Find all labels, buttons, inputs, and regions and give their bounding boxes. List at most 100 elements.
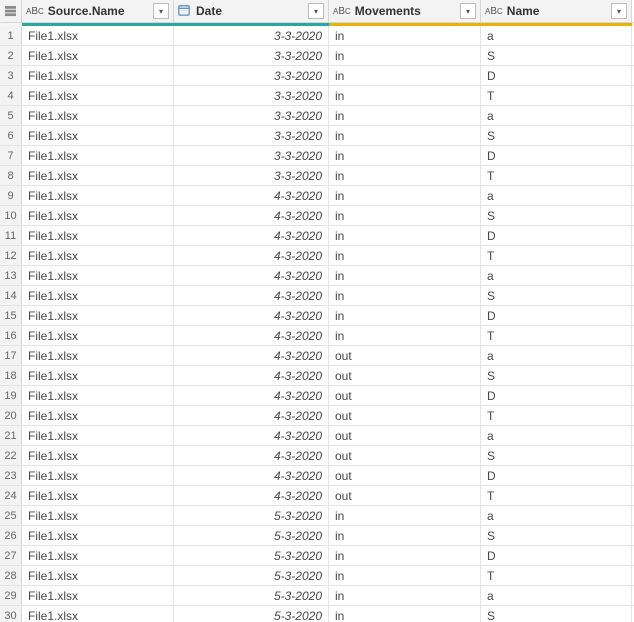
cell-movements[interactable]: in <box>329 106 481 125</box>
table-row[interactable]: 17File1.xlsx4-3-2020outa <box>0 346 634 366</box>
select-all-corner[interactable] <box>0 0 22 22</box>
cell-source[interactable]: File1.xlsx <box>22 266 174 285</box>
cell-source[interactable]: File1.xlsx <box>22 126 174 145</box>
cell-date[interactable]: 5-3-2020 <box>174 586 329 605</box>
cell-name[interactable]: a <box>481 426 632 445</box>
row-index[interactable]: 14 <box>0 286 22 305</box>
cell-date[interactable]: 5-3-2020 <box>174 566 329 585</box>
table-row[interactable]: 28File1.xlsx5-3-2020inT <box>0 566 634 586</box>
cell-date[interactable]: 4-3-2020 <box>174 186 329 205</box>
row-index[interactable]: 23 <box>0 466 22 485</box>
cell-movements[interactable]: in <box>329 126 481 145</box>
cell-source[interactable]: File1.xlsx <box>22 586 174 605</box>
row-index[interactable]: 2 <box>0 46 22 65</box>
cell-name[interactable]: a <box>481 346 632 365</box>
cell-source[interactable]: File1.xlsx <box>22 66 174 85</box>
table-row[interactable]: 11File1.xlsx4-3-2020inD <box>0 226 634 246</box>
filter-dropdown-button[interactable]: ▾ <box>308 3 324 19</box>
cell-source[interactable]: File1.xlsx <box>22 546 174 565</box>
table-row[interactable]: 16File1.xlsx4-3-2020inT <box>0 326 634 346</box>
cell-date[interactable]: 5-3-2020 <box>174 506 329 525</box>
cell-source[interactable]: File1.xlsx <box>22 426 174 445</box>
row-index[interactable]: 19 <box>0 386 22 405</box>
cell-source[interactable]: File1.xlsx <box>22 366 174 385</box>
table-row[interactable]: 4File1.xlsx3-3-2020inT <box>0 86 634 106</box>
row-index[interactable]: 10 <box>0 206 22 225</box>
table-row[interactable]: 3File1.xlsx3-3-2020inD <box>0 66 634 86</box>
table-row[interactable]: 18File1.xlsx4-3-2020outS <box>0 366 634 386</box>
cell-movements[interactable]: in <box>329 186 481 205</box>
table-row[interactable]: 26File1.xlsx5-3-2020inS <box>0 526 634 546</box>
filter-dropdown-button[interactable]: ▾ <box>611 3 627 19</box>
cell-movements[interactable]: in <box>329 66 481 85</box>
cell-date[interactable]: 4-3-2020 <box>174 226 329 245</box>
cell-movements[interactable]: out <box>329 446 481 465</box>
cell-name[interactable]: a <box>481 186 632 205</box>
cell-date[interactable]: 4-3-2020 <box>174 486 329 505</box>
cell-movements[interactable]: in <box>329 586 481 605</box>
cell-name[interactable]: S <box>481 206 632 225</box>
cell-movements[interactable]: out <box>329 406 481 425</box>
table-row[interactable]: 6File1.xlsx3-3-2020inS <box>0 126 634 146</box>
cell-date[interactable]: 3-3-2020 <box>174 166 329 185</box>
row-index[interactable]: 29 <box>0 586 22 605</box>
cell-movements[interactable]: in <box>329 206 481 225</box>
column-header-date[interactable]: Date ▾ <box>174 0 329 22</box>
row-index[interactable]: 7 <box>0 146 22 165</box>
cell-name[interactable]: S <box>481 446 632 465</box>
row-index[interactable]: 5 <box>0 106 22 125</box>
cell-date[interactable]: 4-3-2020 <box>174 286 329 305</box>
row-index[interactable]: 21 <box>0 426 22 445</box>
table-row[interactable]: 24File1.xlsx4-3-2020outT <box>0 486 634 506</box>
cell-source[interactable]: File1.xlsx <box>22 166 174 185</box>
cell-movements[interactable]: out <box>329 346 481 365</box>
table-row[interactable]: 19File1.xlsx4-3-2020outD <box>0 386 634 406</box>
cell-name[interactable]: D <box>481 306 632 325</box>
cell-date[interactable]: 3-3-2020 <box>174 126 329 145</box>
cell-date[interactable]: 4-3-2020 <box>174 346 329 365</box>
table-row[interactable]: 25File1.xlsx5-3-2020ina <box>0 506 634 526</box>
cell-movements[interactable]: in <box>329 286 481 305</box>
row-index[interactable]: 1 <box>0 26 22 45</box>
cell-source[interactable]: File1.xlsx <box>22 386 174 405</box>
cell-movements[interactable]: in <box>329 606 481 622</box>
cell-name[interactable]: T <box>481 86 632 105</box>
cell-source[interactable]: File1.xlsx <box>22 306 174 325</box>
table-row[interactable]: 20File1.xlsx4-3-2020outT <box>0 406 634 426</box>
table-row[interactable]: 22File1.xlsx4-3-2020outS <box>0 446 634 466</box>
cell-source[interactable]: File1.xlsx <box>22 46 174 65</box>
cell-name[interactable]: T <box>481 486 632 505</box>
table-row[interactable]: 5File1.xlsx3-3-2020ina <box>0 106 634 126</box>
cell-movements[interactable]: out <box>329 386 481 405</box>
cell-source[interactable]: File1.xlsx <box>22 486 174 505</box>
cell-source[interactable]: File1.xlsx <box>22 186 174 205</box>
table-row[interactable]: 13File1.xlsx4-3-2020ina <box>0 266 634 286</box>
cell-name[interactable]: S <box>481 126 632 145</box>
cell-movements[interactable]: out <box>329 426 481 445</box>
cell-movements[interactable]: in <box>329 526 481 545</box>
row-index[interactable]: 12 <box>0 246 22 265</box>
cell-movements[interactable]: in <box>329 566 481 585</box>
cell-movements[interactable]: in <box>329 86 481 105</box>
cell-source[interactable]: File1.xlsx <box>22 146 174 165</box>
row-index[interactable]: 27 <box>0 546 22 565</box>
cell-date[interactable]: 3-3-2020 <box>174 26 329 45</box>
cell-date[interactable]: 3-3-2020 <box>174 86 329 105</box>
cell-name[interactable]: a <box>481 266 632 285</box>
filter-dropdown-button[interactable]: ▾ <box>460 3 476 19</box>
cell-name[interactable]: a <box>481 506 632 525</box>
cell-movements[interactable]: out <box>329 466 481 485</box>
cell-name[interactable]: S <box>481 606 632 622</box>
cell-movements[interactable]: in <box>329 266 481 285</box>
table-row[interactable]: 15File1.xlsx4-3-2020inD <box>0 306 634 326</box>
cell-source[interactable]: File1.xlsx <box>22 226 174 245</box>
cell-source[interactable]: File1.xlsx <box>22 606 174 622</box>
table-row[interactable]: 9File1.xlsx4-3-2020ina <box>0 186 634 206</box>
cell-movements[interactable]: in <box>329 326 481 345</box>
cell-source[interactable]: File1.xlsx <box>22 346 174 365</box>
row-index[interactable]: 6 <box>0 126 22 145</box>
cell-source[interactable]: File1.xlsx <box>22 506 174 525</box>
cell-date[interactable]: 4-3-2020 <box>174 246 329 265</box>
cell-date[interactable]: 4-3-2020 <box>174 206 329 225</box>
row-index[interactable]: 18 <box>0 366 22 385</box>
